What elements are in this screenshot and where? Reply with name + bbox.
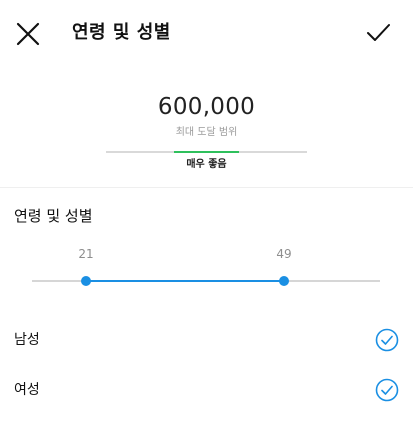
age-min-handle[interactable] [81, 276, 91, 286]
age-max-label: 49 [276, 247, 292, 261]
close-icon [16, 22, 40, 46]
audience-quality-fill [174, 151, 239, 153]
section-divider [0, 187, 413, 188]
reach-label: 최대 도달 범위 [175, 127, 238, 138]
audience-quality-text: 매우 좋음 [186, 159, 227, 170]
close-button[interactable] [14, 20, 42, 48]
audience-quality-bar [106, 151, 307, 153]
section-title: 연령 및 성별 [14, 207, 93, 225]
reach-value: 600,000 [157, 94, 256, 120]
gender-row-male[interactable]: 남성 [0, 320, 413, 360]
checkmark-icon [367, 24, 390, 41]
header: 연령 및 성별 [0, 0, 413, 66]
age-slider-range [86, 280, 284, 282]
check-circle-icon[interactable] [375, 378, 399, 402]
confirm-button[interactable] [365, 20, 391, 46]
gender-row-female[interactable]: 여성 [0, 370, 413, 410]
check-circle-icon[interactable] [375, 328, 399, 352]
gender-label-male: 남성 [14, 332, 40, 348]
page-title: 연령 및 성별 [72, 22, 171, 43]
age-max-handle[interactable] [279, 276, 289, 286]
gender-label-female: 여성 [14, 382, 40, 398]
age-min-label: 21 [78, 247, 94, 261]
